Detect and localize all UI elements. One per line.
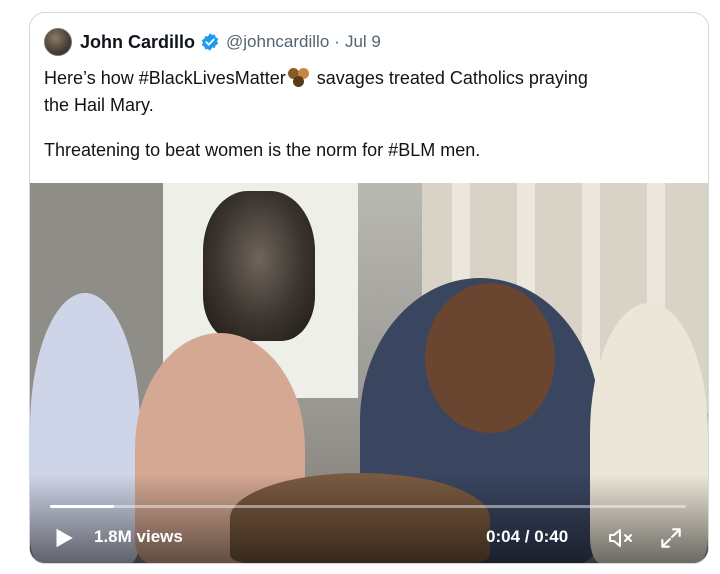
tweet-text-part-1: Here’s how #BlackLivesMatter [44, 68, 286, 88]
video-scene-person [425, 283, 555, 433]
tweet-date[interactable]: Jul 9 [345, 32, 381, 52]
tweet-text-line-2: the Hail Mary. [44, 95, 154, 115]
tweet-card[interactable]: John Cardillo @johncardillo · Jul 9 Here… [29, 12, 709, 564]
video-progress-fill [50, 505, 114, 508]
expand-icon[interactable] [658, 525, 684, 551]
video-progress-bar[interactable] [50, 505, 686, 508]
three-dots-emoji-icon [286, 68, 312, 87]
separator-dot: · [334, 32, 340, 51]
tweet-text: Here’s how #BlackLivesMatter savages tre… [44, 65, 694, 164]
video-time: 0:04 / 0:40 [486, 527, 569, 546]
mute-icon[interactable] [607, 525, 637, 551]
video-controls: 1.8M views 0:04 / 0:40 [30, 521, 708, 555]
author-handle[interactable]: @johncardillo [226, 32, 329, 52]
tweet-text-line-1: Here’s how #BlackLivesMatter savages tre… [44, 65, 694, 92]
author-name[interactable]: John Cardillo [80, 32, 195, 53]
tweet-text-line-3: Threatening to beat women is the norm fo… [44, 140, 481, 160]
video-player[interactable]: 1.8M views 0:04 / 0:40 [30, 183, 708, 563]
avatar[interactable] [44, 28, 72, 56]
play-icon[interactable] [50, 525, 76, 551]
video-scene-sign-portrait [203, 191, 315, 341]
view-count: 1.8M views [94, 527, 183, 546]
tweet-header: John Cardillo @johncardillo · Jul 9 [44, 27, 381, 57]
verified-badge-icon [201, 33, 219, 51]
tweet-text-part-2: savages treated Catholics praying [311, 68, 588, 88]
